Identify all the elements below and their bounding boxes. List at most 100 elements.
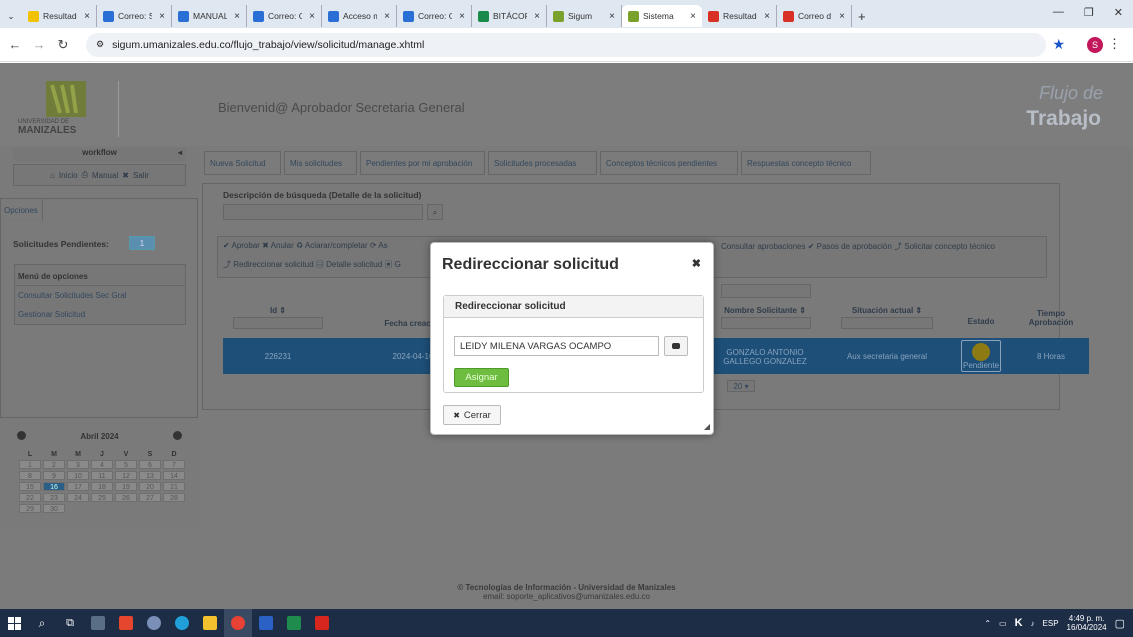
calendar-day[interactable]: 20 — [139, 482, 161, 491]
search-icon[interactable]: ⌕ — [427, 204, 443, 220]
calendar-day[interactable]: 2 — [43, 460, 65, 469]
forward-arrow-icon[interactable]: → — [30, 37, 48, 52]
calendar-day[interactable]: 11 — [91, 471, 113, 480]
calendar-day[interactable]: 12 — [115, 471, 137, 480]
browser-tab[interactable]: Correo: S × — [97, 5, 172, 27]
calendar-day[interactable]: 28 — [163, 493, 185, 502]
collapse-sidebar-icon[interactable]: ◂ — [178, 148, 182, 157]
menu-item[interactable]: Consultar Solicitudes Sec Gral — [15, 286, 185, 305]
tab-close-icon[interactable]: × — [459, 11, 465, 22]
reload-icon[interactable]: ↻ — [54, 37, 72, 53]
calendar-day[interactable]: 1 — [19, 460, 41, 469]
tab-close-icon[interactable]: × — [309, 11, 315, 22]
calendar-day[interactable]: 15 — [19, 482, 41, 491]
calendar-day[interactable]: 3 — [67, 460, 89, 469]
page-size-select[interactable]: 20 ▾ — [727, 380, 755, 392]
calendar-day[interactable]: 5 — [115, 460, 137, 469]
user-autocomplete-input[interactable] — [454, 336, 659, 356]
k-app-icon[interactable]: K — [1015, 617, 1023, 629]
col-header-id[interactable]: Id ⇕ — [233, 306, 323, 315]
clock[interactable]: 4:49 p. m. 16/04/2024 — [1067, 614, 1107, 632]
actions-toolbar-line2[interactable]: ⤴ Redireccionar solicitud ▤ Detalle soli… — [223, 259, 401, 270]
calendar-day[interactable]: 26 — [115, 493, 137, 502]
home-link[interactable]: Inicio — [59, 171, 78, 180]
calendar-day[interactable]: 21 — [163, 482, 185, 491]
task-view-icon[interactable]: ⧉ — [56, 609, 84, 637]
volume-icon[interactable]: ♪ — [1031, 619, 1035, 628]
search-input[interactable] — [223, 204, 423, 220]
tab-search-icon[interactable]: ⌄ — [0, 5, 22, 27]
calculator-app-icon[interactable] — [84, 609, 112, 637]
restore-icon[interactable]: ❐ — [1084, 6, 1094, 19]
network-icon[interactable]: ▭ — [999, 619, 1007, 628]
browser-menu-icon[interactable]: ⋮ — [1108, 36, 1121, 52]
browser-tab[interactable]: MANUAL × — [172, 5, 247, 27]
calendar-day[interactable]: 29 — [19, 504, 41, 513]
dialog-close-icon[interactable]: ✖ — [692, 257, 701, 270]
word-app-icon[interactable] — [252, 609, 280, 637]
calendar-day[interactable]: 17 — [67, 482, 89, 491]
tab-close-icon[interactable]: × — [234, 11, 240, 22]
acrobat-app-icon[interactable] — [308, 609, 336, 637]
tab-close-icon[interactable]: × — [159, 11, 165, 22]
calendar-day[interactable]: 25 — [91, 493, 113, 502]
calendar-day[interactable]: 23 — [43, 493, 65, 502]
file-explorer-app-icon[interactable] — [196, 609, 224, 637]
url-field[interactable]: ⚙ sigum.umanizales.edu.co/flujo_trabajo/… — [86, 32, 1046, 57]
taskbar-search-icon[interactable]: ⌕ — [28, 609, 56, 637]
calendar-day[interactable]: 4 — [91, 460, 113, 469]
browser-tab[interactable]: Acceso m × — [322, 5, 397, 27]
tab-close-icon[interactable]: × — [609, 11, 615, 22]
close-dialog-button[interactable]: ✖ Cerrar — [443, 405, 501, 425]
excel-app-icon[interactable] — [280, 609, 308, 637]
profile-avatar[interactable]: S — [1087, 37, 1103, 53]
browser-tab[interactable]: Resultado × — [22, 5, 97, 27]
menu-item[interactable]: Gestionar Solicitud — [15, 305, 185, 324]
calendar-day[interactable]: 19 — [115, 482, 137, 491]
calendar-day[interactable]: 9 — [43, 471, 65, 480]
tab-close-icon[interactable]: × — [384, 11, 390, 22]
close-window-icon[interactable]: ✕ — [1114, 6, 1123, 19]
bookmark-star-icon[interactable]: ★ — [1052, 36, 1065, 53]
browser-tab[interactable]: Resultado × — [702, 5, 777, 27]
language-indicator[interactable]: ESP — [1043, 619, 1059, 628]
calendar-day[interactable]: 16 — [43, 482, 65, 491]
actions-toolbar-line1-right[interactable]: Consultar aprobaciones ✔ Pasos de aproba… — [721, 241, 995, 252]
calendar-day[interactable]: 27 — [139, 493, 161, 502]
calendar-day[interactable]: 8 — [19, 471, 41, 480]
site-info-icon[interactable]: ⚙ — [96, 39, 104, 50]
calendar-day[interactable]: 30 — [43, 504, 65, 513]
pending-count-badge[interactable]: 1 — [129, 236, 155, 250]
manual-link[interactable]: Manual — [92, 171, 118, 180]
nav-tab[interactable]: Conceptos técnicos pendientes — [600, 151, 738, 175]
nav-tab[interactable]: Nueva Solicitud — [204, 151, 281, 175]
tab-close-icon[interactable]: × — [690, 11, 696, 22]
paint-app-icon[interactable] — [140, 609, 168, 637]
calendar-day[interactable]: 24 — [67, 493, 89, 502]
tab-close-icon[interactable]: × — [764, 11, 770, 22]
calendar-day[interactable]: 22 — [19, 493, 41, 502]
calendar-day[interactable]: 6 — [139, 460, 161, 469]
tab-close-icon[interactable]: × — [84, 11, 90, 22]
browser-tab[interactable]: BITÁCOR × — [472, 5, 547, 27]
col-header-nombre[interactable]: Nombre Solicitante ⇕ — [715, 306, 815, 315]
calendar-day[interactable]: 7 — [163, 460, 185, 469]
calendar-day[interactable]: 18 — [91, 482, 113, 491]
browser-tab[interactable]: Sistema × — [622, 5, 702, 27]
browser-tab[interactable]: Correo d × — [777, 5, 852, 27]
calendar-day[interactable]: 13 — [139, 471, 161, 480]
lookup-button[interactable] — [664, 336, 688, 356]
anydesk-app-icon[interactable] — [112, 609, 140, 637]
actions-toolbar-line1[interactable]: ✔ Aprobar ✖ Anular ♻ Aclarar/completar ⟳… — [223, 241, 388, 250]
filter-nombre2-input[interactable] — [721, 317, 811, 329]
filter-situacion-input[interactable] — [841, 317, 933, 329]
start-button[interactable] — [0, 609, 28, 637]
tab-close-icon[interactable]: × — [839, 11, 845, 22]
assign-button[interactable]: Asignar — [454, 368, 509, 387]
nav-tab[interactable]: Pendientes por mi aprobación — [360, 151, 485, 175]
new-tab-button[interactable]: + — [852, 5, 872, 27]
nav-tab[interactable]: Solicitudes procesadas — [488, 151, 597, 175]
chrome-app-icon[interactable] — [224, 609, 252, 637]
col-header-situacion[interactable]: Situación actual ⇕ — [837, 306, 937, 315]
nav-tab[interactable]: Mis solicitudes — [284, 151, 357, 175]
